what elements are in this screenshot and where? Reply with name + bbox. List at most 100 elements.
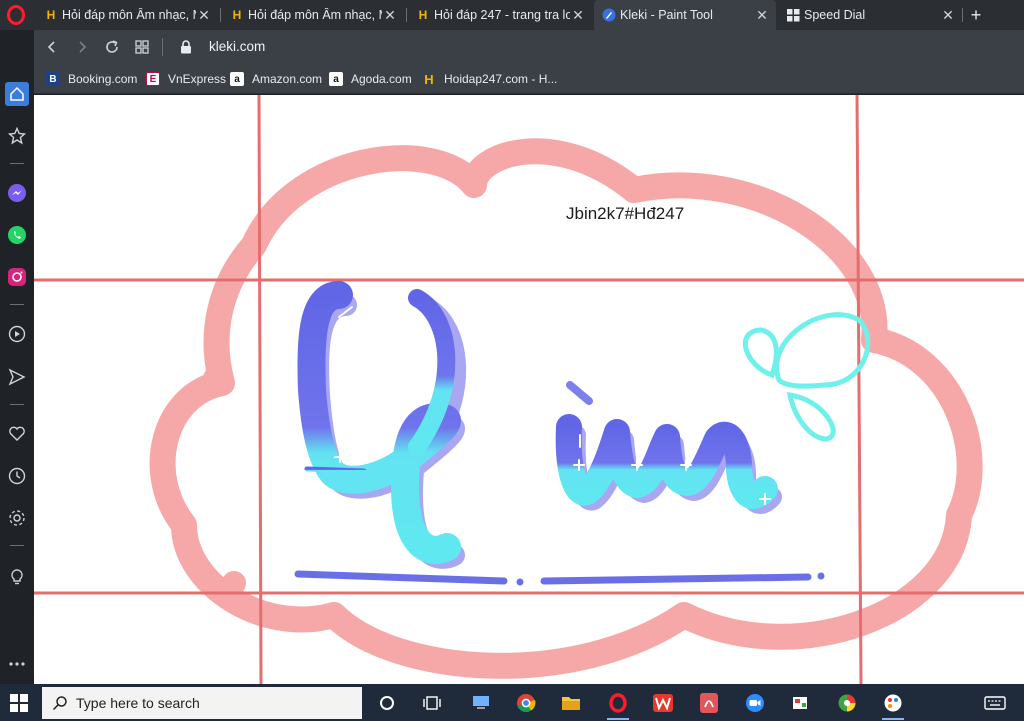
underline-dot [817,572,825,580]
clock-icon [8,467,26,485]
taskbar-keyboard-button[interactable] [980,688,1010,718]
sidebar-more-button[interactable] [5,652,29,676]
sidebar-divider [10,404,24,405]
tab-title: Hỏi đáp 247 - trang tra loi [434,8,570,22]
bookmarks-panel-button[interactable] [5,124,29,148]
bookmark-amazon[interactable]: a Amazon.com [230,70,322,88]
computer-icon [473,696,489,709]
cortana-button[interactable] [372,688,402,718]
taskbar-app-snipping[interactable] [786,688,816,718]
artwork [34,95,1024,684]
amazon-icon: a [230,72,244,86]
wps-office-icon [653,694,673,712]
close-icon[interactable]: ✕ [940,7,956,24]
taskbar-app-zoom[interactable] [740,688,770,718]
tab-hoidap-music-2[interactable]: H Hỏi đáp môn Âm nhạc, Mỹ ✕ [222,0,404,30]
tips-button[interactable] [5,565,29,589]
tab-snapshot-button[interactable] [132,37,152,57]
booking-icon: B [46,72,60,86]
tab-kleki[interactable]: Kleki - Paint Tool ✕ [594,0,776,30]
agoda-icon: a [329,72,343,86]
sidebar-divider [10,304,24,305]
my-flow-button[interactable] [5,422,29,446]
messenger-icon [8,184,26,202]
opera-menu-button[interactable] [0,0,32,30]
reload-icon [106,40,118,53]
close-icon[interactable]: ✕ [382,7,398,24]
taskbar-app-paint3d[interactable] [878,688,908,720]
send-icon [8,368,26,386]
bookmark-label: Hoidap247.com - H... [444,72,558,86]
tab-speed-dial[interactable]: Speed Dial ✕ [778,0,962,30]
tab-title: Speed Dial [804,8,866,22]
tab-hoidap-music-1[interactable]: H Hỏi đáp môn Âm nhạc, Mỹ ✕ [36,0,218,30]
search-icon [52,696,67,711]
kleki-icon [602,8,616,22]
cyan-droplets [742,312,871,442]
search-placeholder: Type here to search [76,695,200,711]
taskbar-app-wps-pdf[interactable] [694,688,724,718]
instagram-icon [8,268,26,286]
lock-icon[interactable] [176,37,196,57]
hoidap-icon: H [424,71,434,87]
taskbar-app-file-explorer[interactable] [556,688,586,718]
reload-button[interactable] [102,37,122,57]
drawing-canvas[interactable]: Jbin2k7#Hđ247 [34,95,1024,684]
home-button[interactable] [5,82,29,106]
close-icon[interactable]: ✕ [196,7,212,24]
tab-title: Kleki - Paint Tool [620,8,713,22]
more-icon [9,662,25,666]
bookmark-hoidap247[interactable]: H Hoidap247.com - H... [422,70,557,88]
bookmark-booking[interactable]: B Booking.com [46,70,137,88]
cloud-knot [203,365,231,393]
bookmark-label: Agoda.com [351,72,412,86]
speed-dial-icon [786,8,800,22]
taskbar-search-box[interactable]: Type here to search [42,687,362,719]
underlines [294,570,812,585]
lettering-shadow [307,294,782,569]
cloud-knot [222,571,246,595]
windows-logo-icon [10,694,28,712]
snipping-tool-icon [793,697,807,709]
keyboard-icon [984,696,1006,710]
tab-hoidap247[interactable]: H Hỏi đáp 247 - trang tra loi ✕ [408,0,592,30]
start-button[interactable] [6,690,32,716]
history-button[interactable] [5,464,29,488]
taskbar-app-wps[interactable] [648,688,678,718]
new-tab-button[interactable]: + [964,4,988,26]
back-button[interactable] [42,37,62,57]
taskbar-app-opera[interactable] [603,688,633,720]
windows-taskbar: Type here to search [0,684,1024,721]
opera-logo-icon [7,5,25,25]
bookmark-agoda[interactable]: a Agoda.com [329,70,412,88]
whatsapp-button[interactable] [5,223,29,247]
accent-mark [566,381,593,405]
close-icon[interactable]: ✕ [754,7,770,24]
close-icon[interactable]: ✕ [570,7,586,24]
vnexpress-icon: E [146,72,160,86]
bookmark-label: Booking.com [68,72,138,86]
folder-icon [562,697,580,710]
instagram-button[interactable] [5,265,29,289]
hoidap-icon: H [418,8,428,22]
bookmark-label: VnExpress [168,72,227,86]
messenger-button[interactable] [5,181,29,205]
task-view-button[interactable] [417,688,447,718]
forward-button[interactable] [72,37,92,57]
palette-icon [884,694,902,712]
taskbar-app-chrome[interactable] [511,688,541,718]
taskbar-app-pc[interactable] [466,688,496,718]
hoidap-icon: H [232,8,242,22]
chevron-left-icon [47,41,55,53]
grid-icon [135,40,149,54]
url-field[interactable]: kleki.com [209,39,265,54]
send-button[interactable] [5,365,29,389]
bookmark-vnexpress[interactable]: E VnExpress [146,70,226,88]
hoidap-icon: H [46,8,56,22]
settings-button[interactable] [5,506,29,530]
tab-title: Hỏi đáp môn Âm nhạc, Mỹ [248,8,382,22]
player-button[interactable] [5,322,29,346]
guide-line [257,95,263,684]
task-view-icon [423,696,441,710]
taskbar-app-color-picker[interactable] [832,688,862,718]
